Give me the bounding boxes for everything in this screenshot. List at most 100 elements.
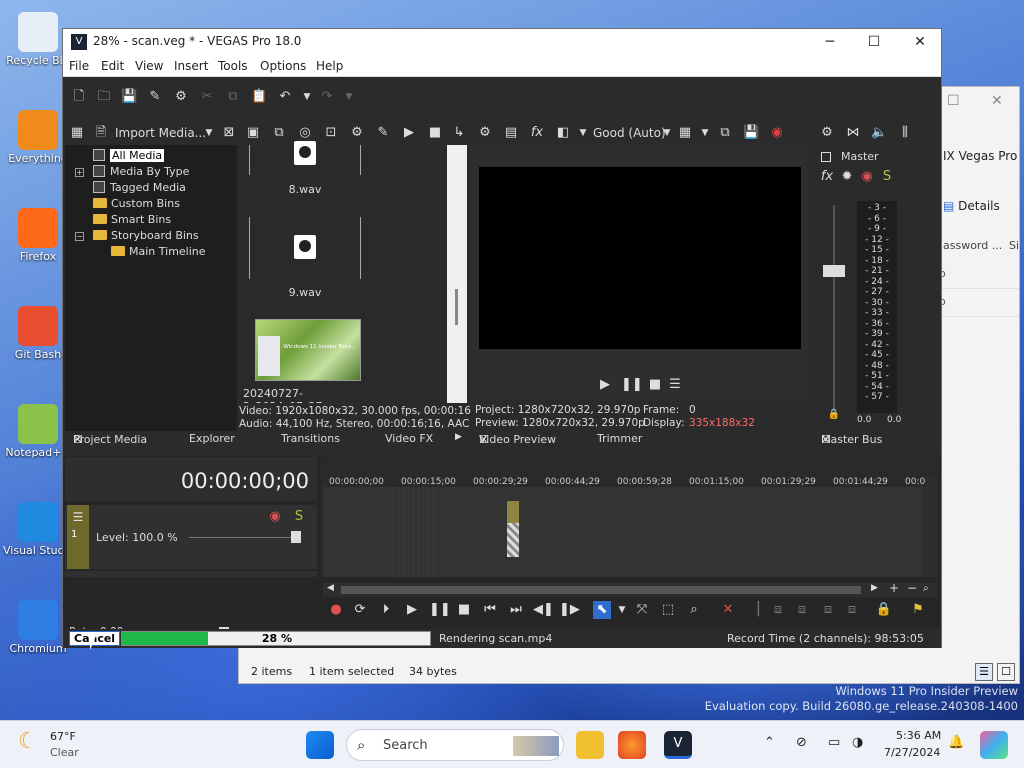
undo-dropdown-icon[interactable]: ▼ <box>299 89 315 105</box>
tree-item-custom-bins[interactable]: Custom Bins <box>93 197 180 210</box>
tiles-view-icon[interactable]: ☐ <box>997 663 1015 681</box>
maximize-button[interactable]: ☐ <box>859 32 889 52</box>
menu-view[interactable]: View <box>135 59 163 73</box>
vertical-scrollbar[interactable] <box>925 477 937 577</box>
media-play-icon[interactable]: ▶ <box>401 125 417 141</box>
save-snapshot-icon[interactable]: 💾 <box>743 125 759 141</box>
menu-options[interactable]: Options <box>260 59 306 73</box>
close-icon[interactable]: ✕ <box>73 433 82 446</box>
list-item[interactable]: o <box>939 295 1019 317</box>
previous-frame-icon[interactable]: ◀❚ <box>533 601 554 619</box>
trim-icon[interactable]: ▕ <box>745 601 763 619</box>
mixer-icon[interactable]: ⫼ <box>897 125 913 141</box>
master-fader-handle[interactable] <box>823 265 845 277</box>
auto-preview-icon[interactable]: ↳ <box>451 125 467 141</box>
track-mute-icon[interactable]: ◉ <box>267 509 283 525</box>
menu-tools[interactable]: Tools <box>218 59 248 73</box>
master-fx-icon[interactable]: fx <box>819 169 835 185</box>
import-dropdown-icon[interactable]: ▼ <box>201 125 217 141</box>
new-file-icon[interactable]: 🗋 <box>71 89 87 105</box>
pause-icon[interactable]: ❚❚ <box>429 601 451 619</box>
normal-edit-tool-icon[interactable]: ⬉ <box>593 601 611 619</box>
scrollbar-thumb[interactable] <box>341 586 861 594</box>
weather-moon-icon[interactable]: ☾ <box>18 729 38 754</box>
next-frame-icon[interactable]: ❚▶ <box>559 601 580 619</box>
video-preview-screen[interactable] <box>479 167 801 349</box>
record-icon[interactable]: ◉ <box>769 125 785 141</box>
dim-output-icon[interactable]: 🔈 <box>871 125 887 141</box>
tree-item-tagged-media[interactable]: Tagged Media <box>93 181 186 194</box>
media-folder-icon[interactable]: ▦ <box>69 125 85 141</box>
tab-transitions[interactable]: Transitions <box>281 432 340 445</box>
preview-stop-icon[interactable]: ■ <box>647 377 663 393</box>
save-icon[interactable]: 💾 <box>121 89 137 105</box>
details-view-icon[interactable]: ☰ <box>975 663 993 681</box>
list-item[interactable]: o <box>939 267 1019 289</box>
start-windows-icon[interactable] <box>306 731 334 759</box>
media-properties-gear-icon[interactable]: ⚙ <box>349 125 365 141</box>
master-checkbox[interactable] <box>821 152 831 162</box>
menu-file[interactable]: File <box>69 59 89 73</box>
preview-quality-select[interactable]: Good (Auto) <box>593 126 666 140</box>
track-color-strip[interactable]: ☰ 1 <box>67 505 89 569</box>
show-hidden-icons-chevron-icon[interactable]: ⌃ <box>764 735 775 750</box>
close-icon[interactable]: ✕ <box>821 433 830 446</box>
split-screen-icon[interactable]: ◧ <box>555 125 571 141</box>
network-offline-icon[interactable]: ⊘ <box>796 735 807 750</box>
weather-temperature[interactable]: 67°F <box>50 730 76 743</box>
selection-tool-icon[interactable]: ⬚ <box>659 601 677 619</box>
fx-icon[interactable]: fx <box>529 125 545 141</box>
tree-item-smart-bins[interactable]: Smart Bins <box>93 213 171 226</box>
split-icon[interactable]: ⧈ <box>769 601 787 619</box>
external-monitor-icon[interactable]: ▤ <box>503 125 519 141</box>
web-media-icon[interactable]: ◎ <box>297 125 313 141</box>
zoom-in-icon[interactable]: + <box>889 581 899 595</box>
file-explorer-icon[interactable] <box>576 731 604 759</box>
master-settings-gear-icon[interactable]: ⚙ <box>819 125 835 141</box>
overlays-grid-icon[interactable]: ▦ <box>677 125 693 141</box>
downmix-icon[interactable]: ⋈ <box>845 125 861 141</box>
event-clip-thumbnail[interactable] <box>507 523 519 557</box>
overlays-dropdown-icon[interactable]: ▼ <box>697 125 713 141</box>
menu-edit[interactable]: Edit <box>101 59 124 73</box>
get-media-icon[interactable]: ⧉ <box>271 125 287 141</box>
level-slider-handle[interactable] <box>291 531 301 543</box>
tree-item-media-by-type[interactable]: Media By Type <box>93 165 189 178</box>
firefox-taskbar-icon[interactable] <box>618 731 646 759</box>
quality-dropdown-icon[interactable]: ▼ <box>659 125 675 141</box>
volume-icon[interactable]: ◑ <box>852 735 863 750</box>
capture-icon[interactable]: ▣ <box>245 125 261 141</box>
tabs-scroll-right-icon[interactable]: ▶ <box>455 432 462 442</box>
tree-item-main-timeline[interactable]: Main Timeline <box>111 245 206 258</box>
save-as-icon[interactable]: ✎ <box>147 89 163 105</box>
media-fx-icon[interactable]: ✎ <box>375 125 391 141</box>
edit-tool-dropdown-icon[interactable]: ▼ <box>613 601 631 619</box>
delete-icon[interactable]: ✕ <box>719 601 737 619</box>
clock-date[interactable]: 7/27/2024 <box>884 746 940 759</box>
play-icon[interactable]: ▶ <box>403 601 421 619</box>
stop-icon[interactable]: ■ <box>455 601 473 619</box>
preview-play-icon[interactable]: ▶ <box>597 377 613 393</box>
copy-icon[interactable]: ⧉ <box>225 89 241 105</box>
cut-icon[interactable]: ✂ <box>199 89 215 105</box>
paste-icon[interactable]: 📋 <box>251 89 267 105</box>
preview-menu-icon[interactable]: ☰ <box>667 377 683 393</box>
tab-trimmer[interactable]: Trimmer <box>597 432 642 445</box>
tree-item-all-media[interactable]: All Media <box>93 149 165 162</box>
track-solo-icon[interactable]: S <box>291 509 307 525</box>
remove-media-icon[interactable]: ⊠ <box>221 125 237 141</box>
taskbar-search-box[interactable]: ⌕ Search <box>346 729 564 761</box>
video-thumbnail[interactable]: Windows 11 Insider Beta... <box>255 319 361 381</box>
track-menu-icon[interactable]: ☰ <box>70 509 86 525</box>
minimize-button[interactable]: ─ <box>815 32 845 52</box>
vegas-taskbar-icon[interactable]: V <box>664 731 692 759</box>
scroll-left-icon[interactable]: ◀ <box>327 583 334 593</box>
menu-help[interactable]: Help <box>316 59 343 73</box>
envelope-tool-icon[interactable]: ⤧ <box>633 601 651 619</box>
record-icon[interactable]: ● <box>327 601 345 619</box>
timeline-horizontal-scrollbar[interactable]: ◀ ▶ + − ⌕ <box>323 581 937 597</box>
redo-dropdown-icon[interactable]: ▼ <box>341 89 357 105</box>
scroll-right-icon[interactable]: ▶ <box>871 583 878 593</box>
marker-icon[interactable]: ⚑ <box>909 601 927 619</box>
go-to-start-icon[interactable]: ⏮ <box>481 601 499 619</box>
